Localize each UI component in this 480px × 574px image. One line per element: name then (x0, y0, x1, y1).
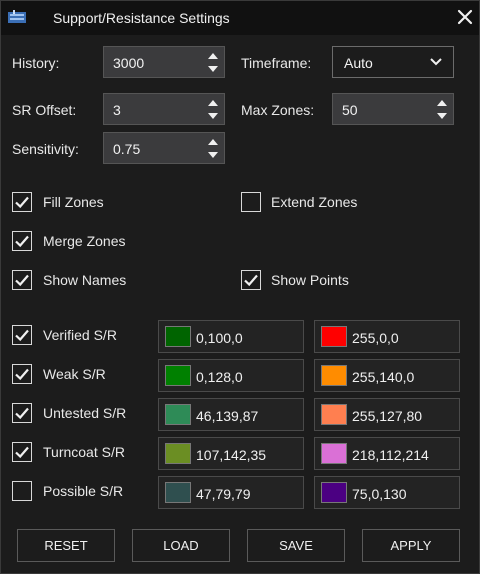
resistance-color-picker[interactable]: 255,140,0 (314, 359, 460, 392)
resistance-color-picker[interactable]: 255,127,80 (314, 398, 460, 431)
history-value: 3000 (113, 55, 145, 71)
spin-down-icon[interactable] (207, 111, 219, 121)
merge-zones-checkbox[interactable] (12, 231, 32, 251)
resistance-color-picker[interactable]: 255,0,0 (314, 320, 460, 353)
timeframe-value: Auto (344, 55, 373, 71)
sr-offset-spinbox[interactable]: 3 (103, 93, 225, 125)
verified-s-r-checkbox[interactable] (12, 325, 32, 345)
title-bar: Support/Resistance Settings (1, 1, 479, 35)
checkmark-icon (15, 368, 29, 381)
spin-up-icon[interactable] (207, 137, 219, 147)
spin-up-icon[interactable] (207, 98, 219, 108)
reset-button[interactable]: RESET (17, 529, 115, 562)
window-title: Support/Resistance Settings (53, 10, 230, 26)
checkmark-icon (15, 235, 29, 248)
support-color-value: 107,142,35 (196, 447, 267, 463)
checkmark-icon (15, 407, 29, 420)
zone-label: Weak S/R (43, 366, 106, 382)
max-zones-spinbox[interactable]: 50 (332, 93, 454, 125)
resistance-color-picker[interactable]: 218,112,214 (314, 437, 460, 470)
show-names-checkbox[interactable] (12, 270, 32, 290)
chevron-down-icon (430, 58, 442, 66)
sensitivity-label: Sensitivity: (12, 141, 79, 157)
weak-s-r-checkbox[interactable] (12, 364, 32, 384)
merge-zones-label: Merge Zones (43, 233, 126, 249)
color-swatch (321, 443, 347, 464)
fill-zones-checkbox[interactable] (12, 192, 32, 212)
support-color-picker[interactable]: 0,128,0 (158, 359, 304, 392)
resistance-color-value: 255,140,0 (352, 369, 415, 385)
timeframe-label: Timeframe: (241, 55, 312, 71)
checkmark-icon (244, 274, 258, 287)
spin-down-icon[interactable] (207, 150, 219, 160)
show-names-label: Show Names (43, 272, 127, 288)
extend-zones-checkbox[interactable] (241, 192, 261, 212)
color-swatch (165, 443, 191, 464)
color-swatch (321, 404, 347, 425)
support-color-value: 0,100,0 (196, 330, 243, 346)
extend-zones-label: Extend Zones (271, 194, 358, 210)
zone-label: Turncoat S/R (43, 444, 125, 460)
support-color-value: 0,128,0 (196, 369, 243, 385)
spin-up-icon[interactable] (207, 51, 219, 61)
color-swatch (165, 326, 191, 347)
sr-offset-label: SR Offset: (12, 102, 77, 118)
close-icon[interactable] (453, 5, 477, 29)
color-swatch (165, 404, 191, 425)
color-swatch (321, 482, 347, 503)
color-swatch (321, 326, 347, 347)
history-label: History: (12, 55, 60, 71)
sensitivity-value: 0.75 (113, 141, 141, 157)
checkmark-icon (15, 329, 29, 342)
chart-app-icon (8, 10, 26, 23)
max-zones-value: 50 (342, 102, 358, 118)
show-points-checkbox[interactable] (241, 270, 261, 290)
spin-up-icon[interactable] (436, 98, 448, 108)
support-color-picker[interactable]: 47,79,79 (158, 476, 304, 509)
sensitivity-spinbox[interactable]: 0.75 (103, 132, 225, 164)
support-color-picker[interactable]: 46,139,87 (158, 398, 304, 431)
history-spinbox[interactable]: 3000 (103, 46, 225, 78)
checkmark-icon (15, 196, 29, 209)
show-points-label: Show Points (271, 272, 349, 288)
sr-offset-value: 3 (113, 102, 121, 118)
color-swatch (165, 365, 191, 386)
resistance-color-picker[interactable]: 75,0,130 (314, 476, 460, 509)
settings-window: Support/Resistance Settings History: 300… (0, 0, 480, 574)
apply-button[interactable]: APPLY (362, 529, 460, 562)
spin-down-icon[interactable] (207, 64, 219, 74)
color-swatch (321, 365, 347, 386)
checkmark-icon (15, 446, 29, 459)
zone-label: Possible S/R (43, 483, 124, 499)
timeframe-dropdown[interactable]: Auto (332, 46, 454, 78)
support-color-value: 46,139,87 (196, 408, 259, 424)
zone-label: Verified S/R (43, 327, 117, 343)
load-button[interactable]: LOAD (132, 529, 230, 562)
untested-s-r-checkbox[interactable] (12, 403, 32, 423)
fill-zones-label: Fill Zones (43, 194, 104, 210)
support-color-value: 47,79,79 (196, 486, 251, 502)
resistance-color-value: 75,0,130 (352, 486, 407, 502)
support-color-picker[interactable]: 0,100,0 (158, 320, 304, 353)
save-button[interactable]: SAVE (247, 529, 345, 562)
turncoat-s-r-checkbox[interactable] (12, 442, 32, 462)
color-swatch (165, 482, 191, 503)
resistance-color-value: 255,127,80 (352, 408, 423, 424)
resistance-color-value: 218,112,214 (352, 447, 429, 463)
checkmark-icon (15, 274, 29, 287)
spin-down-icon[interactable] (436, 111, 448, 121)
support-color-picker[interactable]: 107,142,35 (158, 437, 304, 470)
zone-label: Untested S/R (43, 405, 127, 421)
resistance-color-value: 255,0,0 (352, 330, 399, 346)
max-zones-label: Max Zones: (241, 102, 315, 118)
possible-s-r-checkbox[interactable] (12, 481, 32, 501)
